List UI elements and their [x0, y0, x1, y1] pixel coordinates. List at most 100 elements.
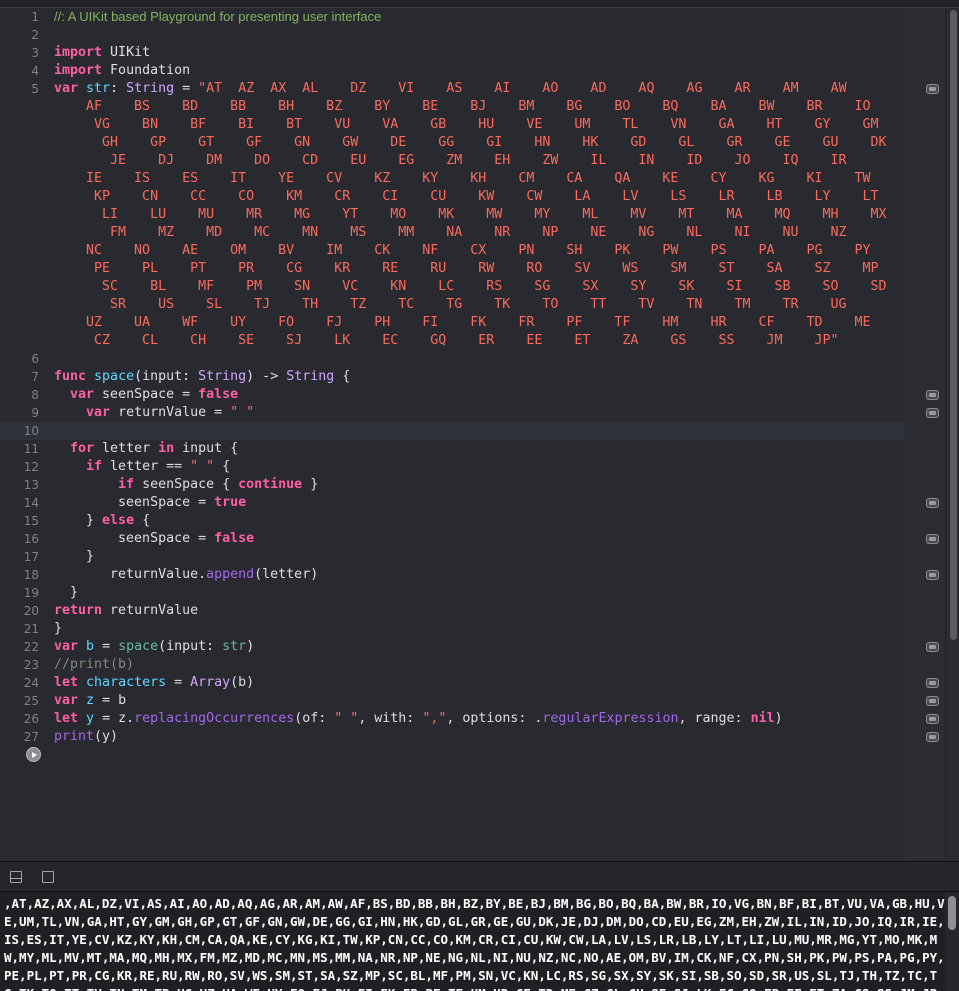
code-token: String	[126, 81, 175, 96]
code-line[interactable]: 20 return returnValue	[0, 602, 905, 620]
code-line-wrapped[interactable]: FM MZ MD MC MN MS MM NA NR NP NE NG NL N…	[0, 224, 905, 242]
show-result-icon[interactable]	[926, 642, 939, 652]
code-token: space	[118, 639, 159, 654]
code-line-wrapped[interactable]: NC NO AE OM BV IM CK NF CX PN SH PK PW P…	[0, 242, 905, 260]
code-line[interactable]: 12 if letter == " " {	[0, 458, 905, 476]
line-number: 12	[23, 460, 39, 474]
code-text: print(y)	[54, 728, 118, 746]
code-token: false	[214, 531, 255, 546]
code-token: =	[166, 675, 191, 690]
code-line-wrapped[interactable]: SR US SL TJ TH TZ TC TG TK TO TT TV TN T…	[0, 296, 905, 314]
code-line[interactable]: 11 for letter in input {	[0, 440, 905, 458]
code-token: {	[134, 513, 151, 528]
show-result-icon[interactable]	[926, 714, 939, 724]
code-line[interactable]: 2	[0, 26, 905, 44]
code-line[interactable]: 22 var b = space(input: str)	[0, 638, 905, 656]
code-line-wrapped[interactable]: IE IS ES IT YE CV KZ KY KH CM CA QA KE C…	[0, 170, 905, 188]
code-line-wrapped[interactable]: JE DJ DM DO CD EU EG ZM EH ZW IL IN ID J…	[0, 152, 905, 170]
toggle-fullscreen-icon[interactable]	[42, 871, 54, 883]
code-line[interactable]: 25 var z = b	[0, 692, 905, 710]
code-line[interactable]: 16 seenSpace = false	[0, 530, 905, 548]
code-line-wrapped[interactable]: SC BL MF PM SN VC KN LC RS SG SX SY SK S…	[0, 278, 905, 296]
code-line[interactable]: 10	[0, 422, 905, 440]
code-token: return	[54, 603, 103, 618]
show-result-icon[interactable]	[926, 696, 939, 706]
code-line-wrapped[interactable]: UZ UA WF UY FO FJ PH FI FK FR PF TF HM H…	[0, 314, 905, 332]
show-result-icon[interactable]	[926, 570, 939, 580]
console-scrollbar[interactable]	[945, 892, 959, 991]
code-line-wrapped[interactable]: VG BN BF BI BT VU VA GB HU VE UM TL VN G…	[0, 116, 905, 134]
code-text: var str: String = "AT AZ AX AL DZ VI AS …	[54, 80, 847, 98]
code-token: String	[198, 369, 247, 384]
show-result-icon[interactable]	[926, 408, 939, 418]
code-editor[interactable]: 1 //: A UIKit based Playground for presen…	[0, 8, 905, 860]
editor-scrollbar[interactable]	[945, 8, 959, 860]
code-line[interactable]: 15 } else {	[0, 512, 905, 530]
toggle-debug-area-icon[interactable]	[10, 871, 22, 883]
line-number: 23	[23, 658, 39, 672]
code-token: //print(b)	[54, 657, 135, 672]
code-line[interactable]: 1 //: A UIKit based Playground for presen…	[0, 8, 905, 26]
show-result-icon[interactable]	[926, 732, 939, 742]
show-result-icon[interactable]	[926, 534, 939, 544]
line-number: 27	[23, 730, 39, 744]
code-text: import UIKit	[54, 44, 150, 62]
line-number: 19	[23, 586, 39, 600]
code-line-wrapped[interactable]: KP CN CC CO KM CR CI CU KW CW LA LV LS L…	[0, 188, 905, 206]
code-line-wrapped[interactable]: CZ CL CH SE SJ LK EC GQ ER EE ET ZA GS S…	[0, 332, 905, 350]
code-line[interactable]: 26 let y = z.replacingOccurrences(of: " "…	[0, 710, 905, 728]
code-line[interactable]: 5 var str: String = "AT AZ AX AL DZ VI AS…	[0, 80, 905, 98]
show-result-icon[interactable]	[926, 498, 939, 508]
code-line-wrapped[interactable]: AF BS BD BB BH BZ BY BE BJ BM BG BO BQ B…	[0, 98, 905, 116]
code-line[interactable]: 4 import Foundation	[0, 62, 905, 80]
code-text: var z = b	[54, 692, 126, 710]
code-line-wrapped[interactable]: GH GP GT GF GN GW DE GG GI HN HK GD GL G…	[0, 134, 905, 152]
run-playground-icon[interactable]	[26, 747, 41, 762]
code-line[interactable]: 3 import UIKit	[0, 44, 905, 62]
code-token: print	[54, 729, 95, 744]
string-literal-text: KP CN CC CO KM CR CI CU KW CW LA LV LS L…	[54, 189, 879, 204]
show-result-icon[interactable]	[926, 678, 939, 688]
console-scrollbar-thumb[interactable]	[948, 896, 956, 930]
code-line[interactable]: 13 if seenSpace { continue }	[0, 476, 905, 494]
code-line[interactable]: 6	[0, 350, 905, 368]
code-token: var	[54, 81, 79, 96]
code-line[interactable]: 7 func space(input: String) -> String {	[0, 368, 905, 386]
code-line[interactable]: 21}	[0, 620, 905, 638]
code-line[interactable]: 18 returnValue.append(letter)	[0, 566, 905, 584]
code-token: }	[302, 477, 319, 492]
code-line[interactable]: 17 }	[0, 548, 905, 566]
code-line[interactable]: 9 var returnValue = " "	[0, 404, 905, 422]
code-line[interactable]: 14 seenSpace = true	[0, 494, 905, 512]
code-token: String	[286, 369, 335, 384]
code-token: ","	[422, 711, 447, 726]
code-token: returnValue.	[54, 567, 207, 582]
string-literal-text: LI LU MU MR MG YT MO MK MW MY ML MV MT M…	[54, 207, 887, 222]
line-number: 10	[23, 424, 39, 438]
string-literal-text: CZ CL CH SE SJ LK EC GQ ER EE ET ZA GS S…	[54, 333, 839, 348]
string-literal-text: PE PL PT PR CG KR RE RU RW RO SV WS SM S…	[54, 261, 879, 276]
code-line-wrapped[interactable]: PE PL PT PR CG KR RE RU RW RO SV WS SM S…	[0, 260, 905, 278]
code-line-wrapped[interactable]: LI LU MU MR MG YT MO MK MW MY ML MV MT M…	[0, 206, 905, 224]
line-number: 9	[31, 406, 39, 420]
editor-scrollbar-thumb[interactable]	[950, 10, 957, 640]
code-line[interactable]: 27 print(y)	[0, 728, 905, 746]
line-number: 22	[23, 640, 39, 654]
code-token: else	[102, 513, 135, 528]
show-result-icon[interactable]	[926, 390, 939, 400]
code-text: }	[54, 620, 62, 638]
code-text: var returnValue = " "	[54, 404, 254, 422]
code-line[interactable]: 8 var seenSpace = false	[0, 386, 905, 404]
code-token: str	[222, 639, 247, 654]
code-line[interactable]: 24 let characters = Array(b)	[0, 674, 905, 692]
code-token: )	[774, 711, 783, 726]
code-text: seenSpace = true	[54, 494, 246, 512]
code-line[interactable]: 23 //print(b)	[0, 656, 905, 674]
show-result-icon[interactable]	[926, 84, 939, 94]
code-token: returnValue	[102, 603, 199, 618]
code-token: for	[70, 441, 95, 456]
string-literal-text: SR US SL TJ TH TZ TC TG TK TO TT TV TN T…	[54, 297, 847, 312]
string-literal-text: IE IS ES IT YE CV KZ KY KH CM CA QA KE C…	[54, 171, 871, 186]
code-line[interactable]: 19 }	[0, 584, 905, 602]
